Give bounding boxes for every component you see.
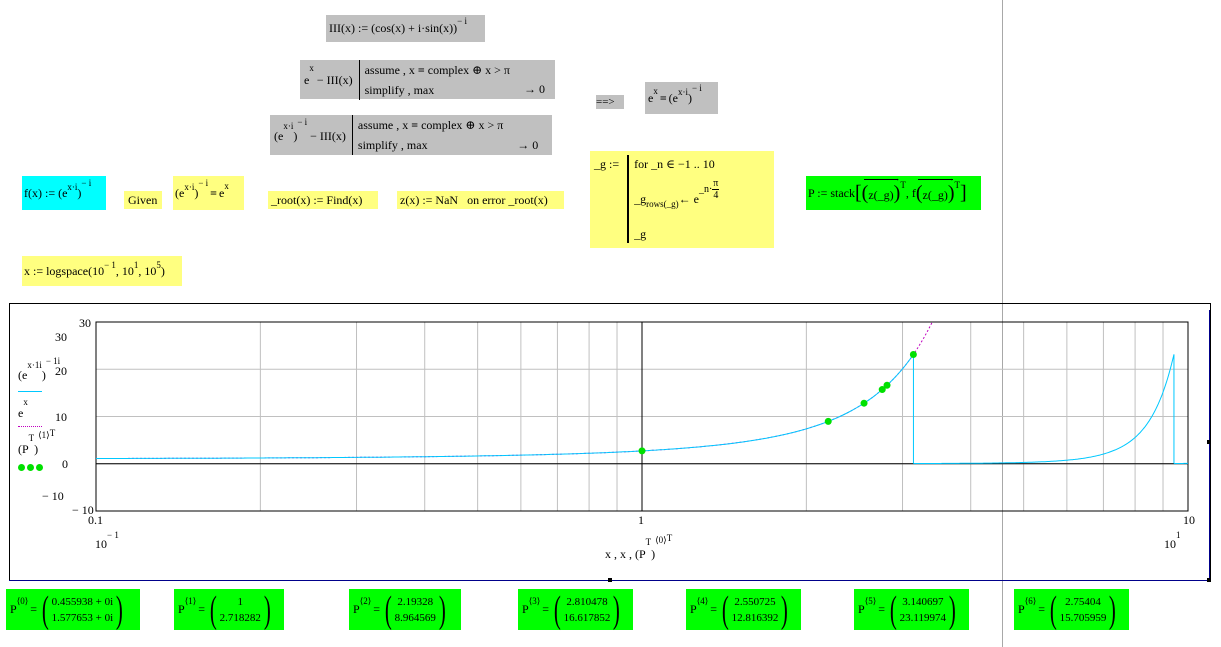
series-p-point xyxy=(909,351,917,359)
legend-series-1: (ex·1i)− 1i xyxy=(18,356,61,382)
x-tick-0-1: 0.1 xyxy=(88,513,103,527)
p-col-4[interactable]: P ⟨4⟩ = (2.550725 12.816392) xyxy=(686,589,801,630)
series-p-point xyxy=(860,399,868,407)
series-p-point xyxy=(824,417,832,425)
p-col-6[interactable]: P ⟨6⟩ = (2.75404 15.705959) xyxy=(1014,589,1129,630)
p-col-0[interactable]: P ⟨0⟩ = (0.455938 + 0i 1.577653 + 0i) xyxy=(6,589,140,630)
y-tick-30: 30 xyxy=(55,330,67,344)
y-end-top: 30 xyxy=(79,316,91,330)
legend-series-2-swatch xyxy=(18,426,42,427)
p-col-5[interactable]: P ⟨5⟩ = (3.140697 23.119974) xyxy=(854,589,969,630)
x-axis-label: x , x , (PT)⟨0⟩T xyxy=(605,533,673,561)
p-col-3[interactable]: P ⟨3⟩ = (2.810478 16.617852) xyxy=(518,589,633,630)
x-tick-1: 1 xyxy=(638,513,644,527)
x-axis-max-label: 101 xyxy=(1164,530,1181,551)
p-col-2[interactable]: P ⟨2⟩ = (2.19328 8.964569) xyxy=(349,589,461,630)
series-p-point xyxy=(638,447,646,455)
legend-series-2: ex xyxy=(18,397,28,420)
legend-series-1-swatch xyxy=(18,391,42,392)
series-p-point xyxy=(883,381,891,389)
series-f-line-segment xyxy=(96,354,914,459)
p-col-1[interactable]: P ⟨1⟩ = (1 2.718282) xyxy=(174,589,284,630)
legend-series-3-swatch xyxy=(18,464,43,471)
y-tick-10: 10 xyxy=(55,410,67,424)
x-axis-min-label: 10− 1 xyxy=(95,530,119,551)
legend-series-3: (PT)⟨1⟩T xyxy=(18,428,56,456)
y-tick-minus-10: − 10 xyxy=(42,489,64,503)
x-tick-10: 10 xyxy=(1183,513,1195,527)
y-tick-0: 0 xyxy=(62,457,68,471)
